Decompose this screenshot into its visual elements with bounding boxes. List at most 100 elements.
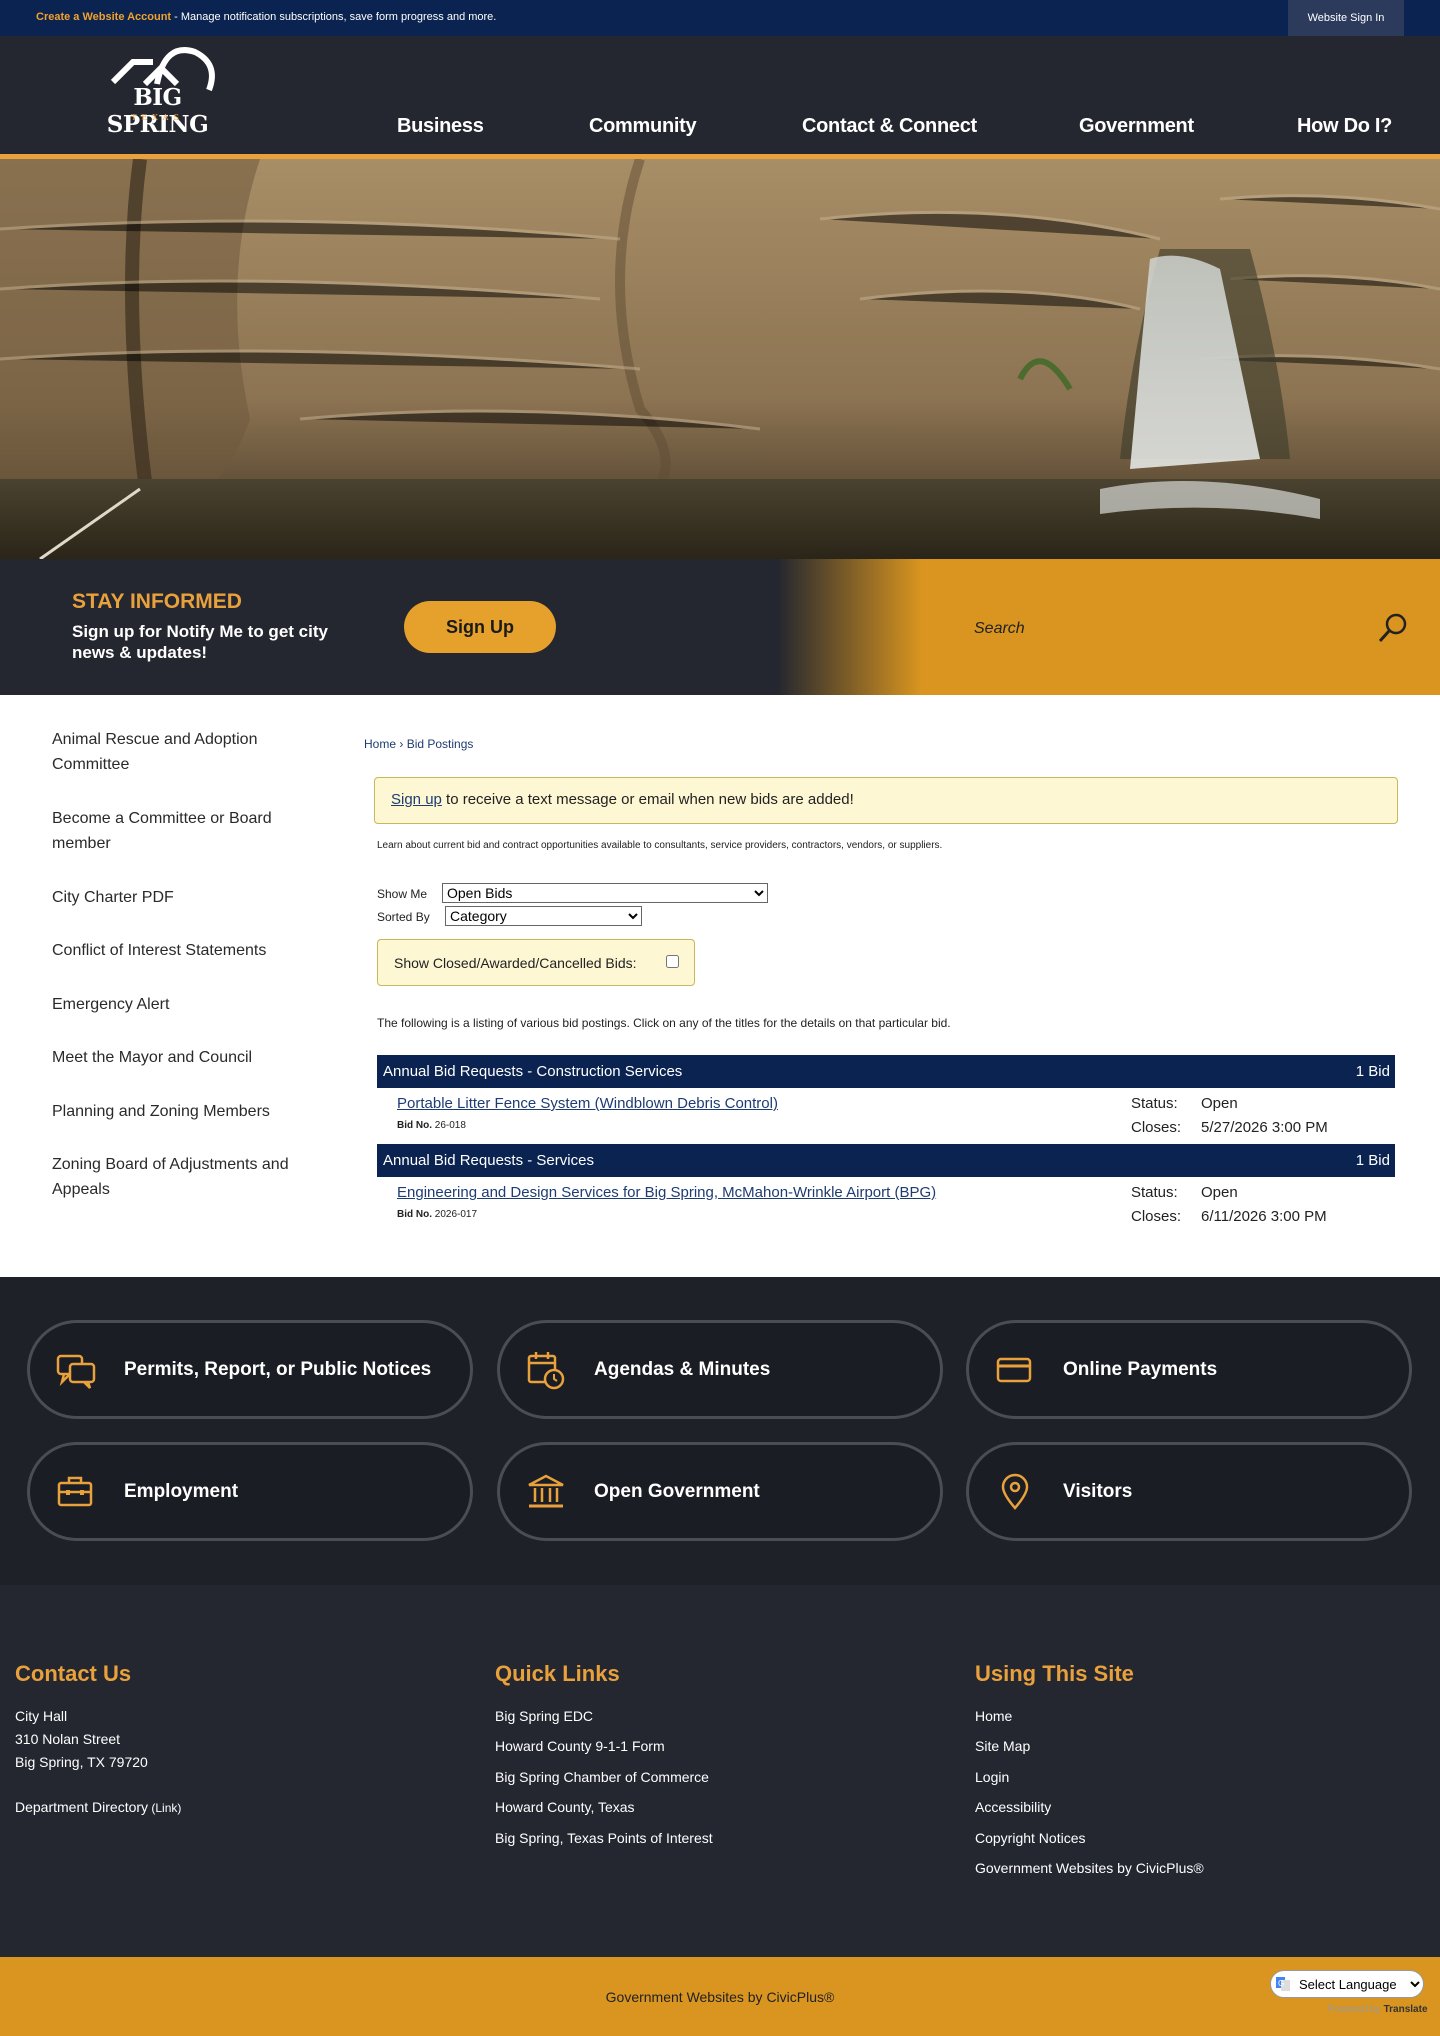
status-value: Open [1201, 1184, 1238, 1201]
top-bar: Create a Website Account - Manage notifi… [0, 0, 1440, 36]
bottom-bar: Government Websites by CivicPlus® [0, 1957, 1440, 2036]
footer-quick-links-column: Quick Links Big Spring EDC Howard County… [495, 1661, 895, 1846]
sidebar-item-planning-zoning[interactable]: Planning and Zoning Members [52, 1099, 292, 1124]
credit-card-icon [996, 1357, 1032, 1383]
bid-title-link[interactable]: Portable Litter Fence System (Windblown … [397, 1095, 778, 1112]
footer-link[interactable]: Big Spring EDC [495, 1708, 593, 1724]
map-pin-icon [1001, 1473, 1029, 1510]
category-name: Annual Bid Requests - Services [383, 1152, 594, 1169]
civicplus-link[interactable]: Government Websites by CivicPlus® [0, 1989, 1440, 2005]
quicklink-online-payments[interactable]: Online Payments [966, 1320, 1412, 1419]
quicklink-visitors[interactable]: Visitors [966, 1442, 1412, 1541]
footer-link[interactable]: Login [975, 1769, 1009, 1785]
calendar-clock-icon [527, 1352, 565, 1390]
bid-row: Portable Litter Fence System (Windblown … [377, 1088, 1395, 1143]
category-header: Annual Bid Requests - Construction Servi… [377, 1055, 1395, 1088]
footer-using-site-heading: Using This Site [975, 1661, 1134, 1686]
show-closed-label: Show Closed/Awarded/Cancelled Bids: [394, 955, 637, 971]
nav-business[interactable]: Business [397, 115, 484, 138]
footer-link[interactable]: Site Map [975, 1738, 1030, 1754]
sidebar-item-mayor-council[interactable]: Meet the Mayor and Council [52, 1045, 292, 1070]
show-me-filter: Show Me Open Bids [377, 883, 768, 903]
breadcrumb: Home › Bid Postings [364, 737, 473, 751]
footer-contact-heading: Contact Us [15, 1661, 132, 1686]
category-name: Annual Bid Requests - Construction Servi… [383, 1063, 683, 1080]
quicklink-label: Visitors [1063, 1481, 1133, 1502]
account-message: Create a Website Account - Manage notifi… [36, 11, 496, 23]
stay-text-pre: Sign up for [72, 622, 167, 641]
create-account-link[interactable]: Create a Website Account [36, 11, 171, 23]
breadcrumb-separator: › [396, 737, 407, 751]
chat-bubbles-icon [56, 1354, 96, 1389]
powered-by-text: Powered by [1328, 2004, 1381, 2015]
nav-how-do-i[interactable]: How Do I? [1297, 115, 1392, 138]
sidebar-item-zoning-board[interactable]: Zoning Board of Adjustments and Appeals [52, 1152, 292, 1202]
sorted-by-select[interactable]: Category [445, 906, 642, 926]
show-me-select[interactable]: Open Bids [442, 883, 768, 903]
stay-informed-heading: STAY INFORMED [72, 590, 242, 613]
quicklink-employment[interactable]: Employment [27, 1442, 473, 1541]
bid-number: Bid No. 2026-017 [397, 1209, 477, 1220]
closes-value: 5/27/2026 3:00 PM [1201, 1119, 1328, 1136]
quicklink-label: Permits, Report, or Public Notices [124, 1359, 432, 1380]
listing-intro: The following is a listing of various bi… [377, 1016, 951, 1030]
sidebar-item-committee-member[interactable]: Become a Committee or Board member [52, 806, 292, 856]
contact-line: 310 Nolan Street [15, 1731, 121, 1747]
sidebar-item-emergency-alert[interactable]: Emergency Alert [52, 992, 292, 1017]
svg-text:G: G [1278, 1979, 1284, 1988]
footer-link[interactable]: Home [975, 1708, 1012, 1724]
nav-government[interactable]: Government [1079, 115, 1194, 138]
footer-link[interactable]: Copyright Notices [975, 1830, 1086, 1846]
translate-link[interactable]: Translate [1384, 2004, 1428, 2015]
footer-link[interactable]: Big Spring, Texas Points of Interest [495, 1830, 713, 1846]
sidebar-item-conflict-of-interest[interactable]: Conflict of Interest Statements [52, 938, 292, 963]
footer-contact-column: Contact Us City Hall 310 Nolan Street Bi… [15, 1661, 415, 1815]
department-directory-text: Department Directory [15, 1799, 149, 1815]
search-bar [974, 613, 1414, 643]
site-footer: Contact Us City Hall 310 Nolan Street Bi… [0, 1585, 1440, 1957]
nav-community[interactable]: Community [589, 115, 697, 138]
account-message-text: - Manage notification subscriptions, sav… [171, 11, 497, 23]
bid-number-value: 2026-017 [432, 1209, 478, 1220]
language-select[interactable]: Select Language [1270, 1970, 1424, 1998]
category-count: 1 Bid [1355, 1063, 1390, 1080]
sidebar-item-animal-rescue[interactable]: Animal Rescue and Adoption Committee [52, 727, 292, 777]
closes-value: 6/11/2026 3:00 PM [1201, 1208, 1327, 1225]
signup-notice: Sign up to receive a text message or ema… [374, 777, 1398, 824]
search-icon[interactable] [1376, 611, 1410, 645]
search-input[interactable] [974, 617, 1354, 641]
bid-description: Learn about current bid and contract opp… [377, 840, 943, 851]
sorted-by-filter: Sorted By Category [377, 906, 642, 926]
translate-text: Translate [1383, 2004, 1428, 2015]
sign-up-button[interactable]: Sign Up [404, 601, 556, 653]
bid-title-link[interactable]: Engineering and Design Services for Big … [397, 1184, 936, 1201]
footer-link[interactable]: Government Websites by CivicPlus® [975, 1860, 1204, 1876]
status-label: Status: [1131, 1184, 1178, 1201]
quicklink-open-government[interactable]: Open Government [497, 1442, 943, 1541]
sidebar-item-city-charter[interactable]: City Charter PDF [52, 885, 292, 910]
footer-link[interactable]: Accessibility [975, 1799, 1051, 1815]
breadcrumb-current[interactable]: Bid Postings [407, 737, 474, 751]
quicklink-label: Online Payments [1063, 1359, 1218, 1380]
quicklink-agendas[interactable]: Agendas & Minutes [497, 1320, 943, 1419]
footer-link[interactable]: Howard County, Texas [495, 1799, 635, 1815]
category-count: 1 Bid [1355, 1152, 1390, 1169]
nav-contact-connect[interactable]: Contact & Connect [802, 115, 977, 138]
department-directory-link[interactable]: Department Directory (Link) [15, 1799, 181, 1815]
bid-number-label: Bid No. [397, 1209, 432, 1220]
breadcrumb-home[interactable]: Home [364, 737, 396, 751]
google-translate-icon: G [1276, 1977, 1290, 1991]
footer-using-site-column: Using This Site Home Site Map Login Acce… [975, 1661, 1375, 1876]
show-me-label: Show Me [377, 887, 428, 901]
show-closed-checkbox[interactable] [666, 955, 679, 968]
bid-number-value: 26-018 [432, 1120, 466, 1131]
bid-row: Engineering and Design Services for Big … [377, 1177, 1395, 1232]
closes-label: Closes: [1131, 1208, 1182, 1225]
quicklink-permits[interactable]: Permits, Report, or Public Notices [27, 1320, 473, 1419]
footer-link[interactable]: Howard County 9-1-1 Form [495, 1738, 665, 1754]
notify-me-text: Notify Me [166, 622, 243, 641]
website-sign-in-button[interactable]: Website Sign In [1288, 0, 1404, 36]
footer-link[interactable]: Big Spring Chamber of Commerce [495, 1769, 709, 1785]
bid-number-label: Bid No. [397, 1120, 432, 1131]
notice-sign-up-link[interactable]: Sign up [391, 791, 442, 808]
